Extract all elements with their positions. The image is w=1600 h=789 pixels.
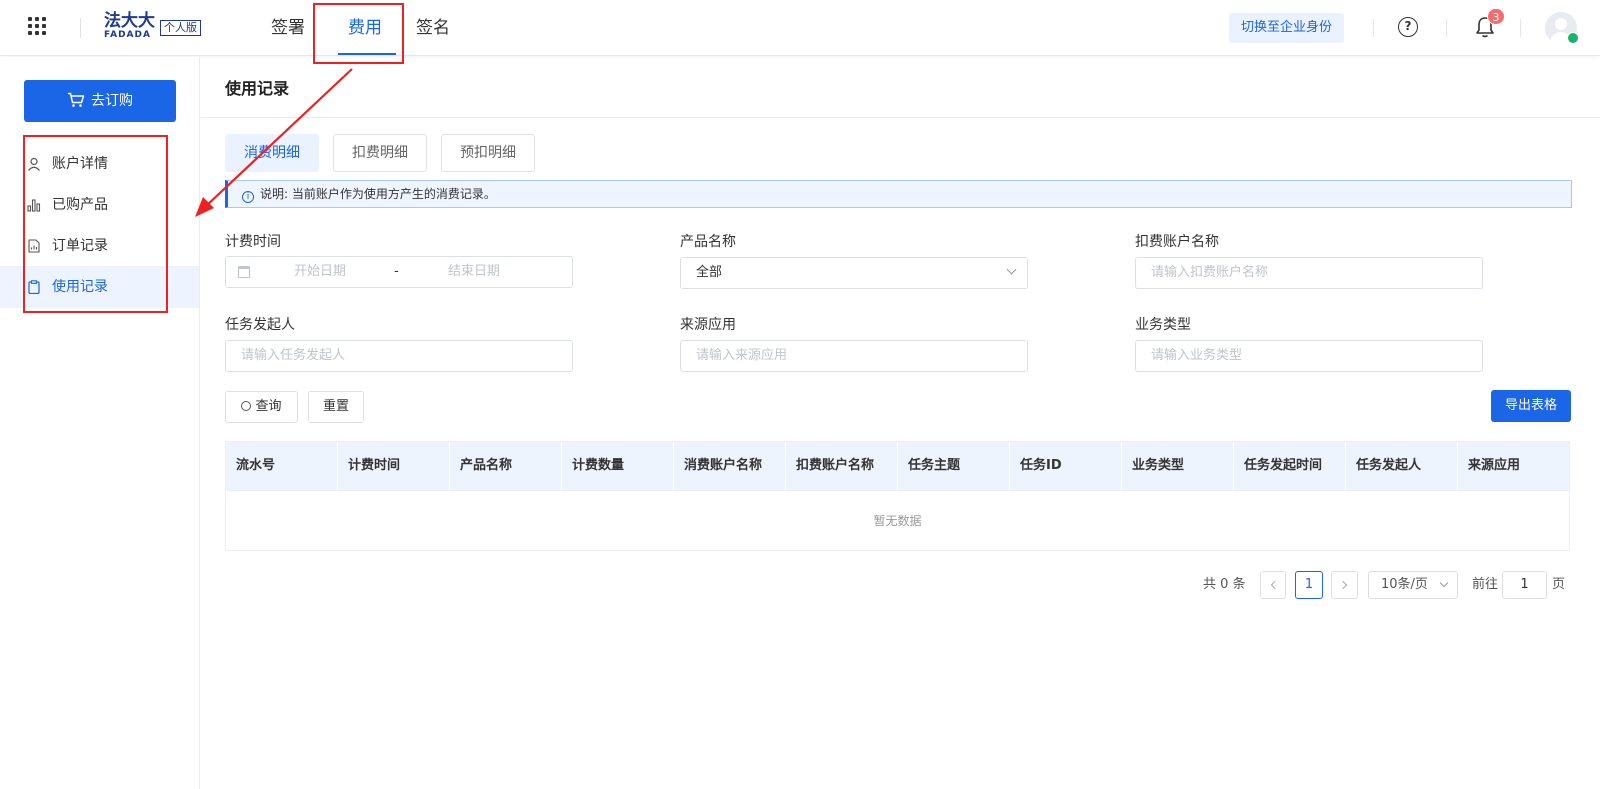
page-size-value: 10条/页 — [1381, 577, 1428, 592]
column-header: 任务主题 — [898, 442, 1010, 490]
business-type-input[interactable]: 请输入业务类型 — [1135, 340, 1483, 372]
notice-banner: i 说明: 当前账户作为使用方产生的消费记录。 — [225, 180, 1572, 208]
cart-icon — [68, 92, 85, 107]
column-header: 计费数量 — [562, 442, 674, 490]
column-header: 业务类型 — [1122, 442, 1234, 490]
next-page-button[interactable] — [1331, 571, 1358, 599]
product-name-label: 产品名称 — [680, 234, 736, 250]
billing-date-range[interactable]: 开始日期 - 结束日期 — [225, 256, 573, 288]
date-range-separator: - — [394, 264, 399, 279]
pagination-total: 共 0 条 — [1203, 577, 1246, 592]
page-number-button[interactable]: 1 — [1295, 571, 1323, 599]
goto-label: 前往 — [1472, 577, 1499, 592]
chevron-left-icon — [1270, 580, 1279, 590]
deduct-account-label: 扣费账户名称 — [1135, 234, 1219, 250]
annotation-box-sidebar — [23, 135, 168, 313]
chevron-right-icon — [1338, 580, 1348, 590]
export-table-button[interactable]: 导出表格 — [1491, 390, 1571, 422]
column-header: 扣费账户名称 — [786, 442, 898, 490]
source-app-input[interactable]: 请输入来源应用 — [680, 340, 1028, 372]
help-icon[interactable]: ? — [1398, 17, 1418, 37]
start-date-input[interactable]: 开始日期 — [294, 257, 346, 287]
business-type-label: 业务类型 — [1135, 317, 1191, 333]
header-divider — [80, 18, 81, 38]
logo-text: 法大大 — [104, 11, 155, 31]
notification-count-badge: 3 — [1487, 8, 1505, 25]
edition-badge: 个人版 — [160, 20, 201, 36]
column-header: 任务ID — [1010, 442, 1122, 490]
goto-page-input[interactable]: 1 — [1502, 571, 1547, 599]
nav-sign[interactable]: 签署 — [271, 0, 305, 56]
info-icon: i — [242, 191, 254, 203]
title-divider — [201, 117, 1600, 118]
task-initiator-input[interactable]: 请输入任务发起人 — [225, 340, 573, 372]
nav-signature[interactable]: 签名 — [416, 0, 450, 56]
header-divider — [1520, 19, 1521, 37]
column-header: 计费时间 — [338, 442, 450, 490]
switch-identity-button[interactable]: 切换至企业身份 — [1229, 13, 1345, 43]
chevron-down-icon — [1439, 578, 1449, 588]
tab-consumption-details[interactable]: 消费明细 — [225, 134, 319, 172]
table-header: 流水号 计费时间 产品名称 计费数量 消费账户名称 扣费账户名称 任务主题 任务… — [226, 442, 1569, 490]
chevron-down-icon — [1006, 264, 1017, 275]
column-header: 产品名称 — [450, 442, 562, 490]
search-icon — [241, 401, 252, 411]
header-divider — [1446, 19, 1447, 37]
empty-state: 暂无数据 — [226, 490, 1569, 550]
billing-time-label: 计费时间 — [225, 234, 281, 250]
query-button[interactable]: 查询 — [225, 391, 298, 423]
product-name-value: 全部 — [696, 265, 723, 280]
calendar-icon — [238, 266, 250, 278]
end-date-input[interactable]: 结束日期 — [448, 257, 500, 287]
column-header: 流水号 — [226, 442, 338, 490]
tab-deduction-details[interactable]: 扣费明细 — [333, 134, 427, 172]
page-size-select[interactable]: 10条/页 — [1368, 571, 1458, 599]
verified-icon — [1567, 32, 1579, 44]
column-header: 任务发起时间 — [1234, 442, 1346, 490]
deduct-account-input[interactable]: 请输入扣费账户名称 — [1135, 257, 1483, 289]
column-header: 任务发起人 — [1346, 442, 1458, 490]
column-header: 消费账户名称 — [674, 442, 786, 490]
reset-button[interactable]: 重置 — [308, 391, 364, 423]
usage-records-table: 流水号 计费时间 产品名称 计费数量 消费账户名称 扣费账户名称 任务主题 任务… — [225, 441, 1570, 551]
tab-prededuction-details[interactable]: 预扣明细 — [441, 134, 535, 172]
fadada-logo[interactable]: 法大大 FADADA 个人版 — [104, 11, 201, 41]
query-label: 查询 — [255, 399, 282, 414]
column-header: 来源应用 — [1468, 458, 1521, 473]
source-app-label: 来源应用 — [680, 317, 736, 333]
notice-text: 说明: 当前账户作为使用方产生的消费记录。 — [260, 187, 496, 201]
annotation-box-nav — [313, 3, 404, 64]
prev-page-button[interactable] — [1260, 571, 1286, 599]
header-divider — [1373, 19, 1374, 37]
go-order-button[interactable]: 去订购 — [24, 80, 176, 122]
task-initiator-label: 任务发起人 — [225, 317, 295, 333]
logo-subtext: FADADA — [104, 30, 151, 40]
app-grid-icon[interactable] — [28, 17, 50, 39]
top-header: 法大大 FADADA 个人版 签署 费用 签名 切换至企业身份 ? 3 — [0, 0, 1600, 56]
page-title: 使用记录 — [225, 79, 290, 98]
go-order-label: 去订购 — [91, 93, 133, 109]
product-name-select[interactable]: 全部 — [680, 257, 1028, 289]
page-suffix-label: 页 — [1552, 577, 1566, 592]
